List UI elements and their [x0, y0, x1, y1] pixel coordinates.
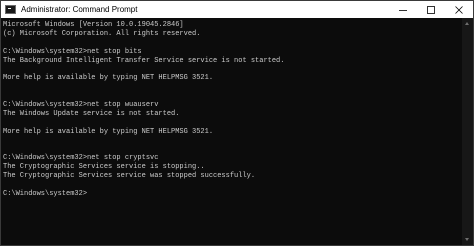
console-line: The Windows Update service is not starte…: [3, 109, 180, 118]
console-line: Microsoft Windows [Version 10.0.19045.28…: [3, 21, 184, 29]
console-line: The Cryptographic Services service is st…: [3, 163, 205, 172]
scroll-down-arrow-icon[interactable]: [465, 238, 469, 241]
scroll-up-arrow-icon[interactable]: [465, 22, 469, 25]
console-line: More help is available by typing NET HEL…: [3, 127, 214, 136]
window-controls: [389, 1, 473, 18]
window-title: Administrator: Command Prompt: [21, 5, 138, 14]
console-line: C:\Windows\system32>: [3, 189, 88, 198]
console-line: C:\Windows\system32>net stop cryptsvc: [3, 154, 159, 163]
console-line: C:\Windows\system32>net stop wuauserv: [3, 101, 159, 110]
title-bar[interactable]: Administrator: Command Prompt: [1, 1, 473, 18]
minimize-icon: [399, 9, 407, 11]
maximize-button[interactable]: [417, 1, 445, 18]
console-output[interactable]: Microsoft Windows [Version 10.0.19045.28…: [1, 18, 462, 245]
console-line: C:\Windows\system32>net stop bits: [3, 47, 142, 56]
cmd-icon: [5, 5, 16, 14]
console-line: (c) Microsoft Corporation. All rights re…: [3, 29, 201, 38]
console-line: The Cryptographic Services service was s…: [3, 172, 256, 181]
console-line: The Background Intelligent Transfer Serv…: [3, 56, 285, 65]
maximize-icon: [427, 5, 435, 14]
minimize-button[interactable]: [389, 1, 417, 18]
close-icon: [455, 5, 463, 14]
vertical-scrollbar[interactable]: [462, 18, 473, 245]
command-prompt-window: Administrator: Command Prompt Microsoft …: [0, 0, 474, 246]
close-button[interactable]: [445, 1, 473, 18]
console-line: More help is available by typing NET HEL…: [3, 74, 214, 83]
